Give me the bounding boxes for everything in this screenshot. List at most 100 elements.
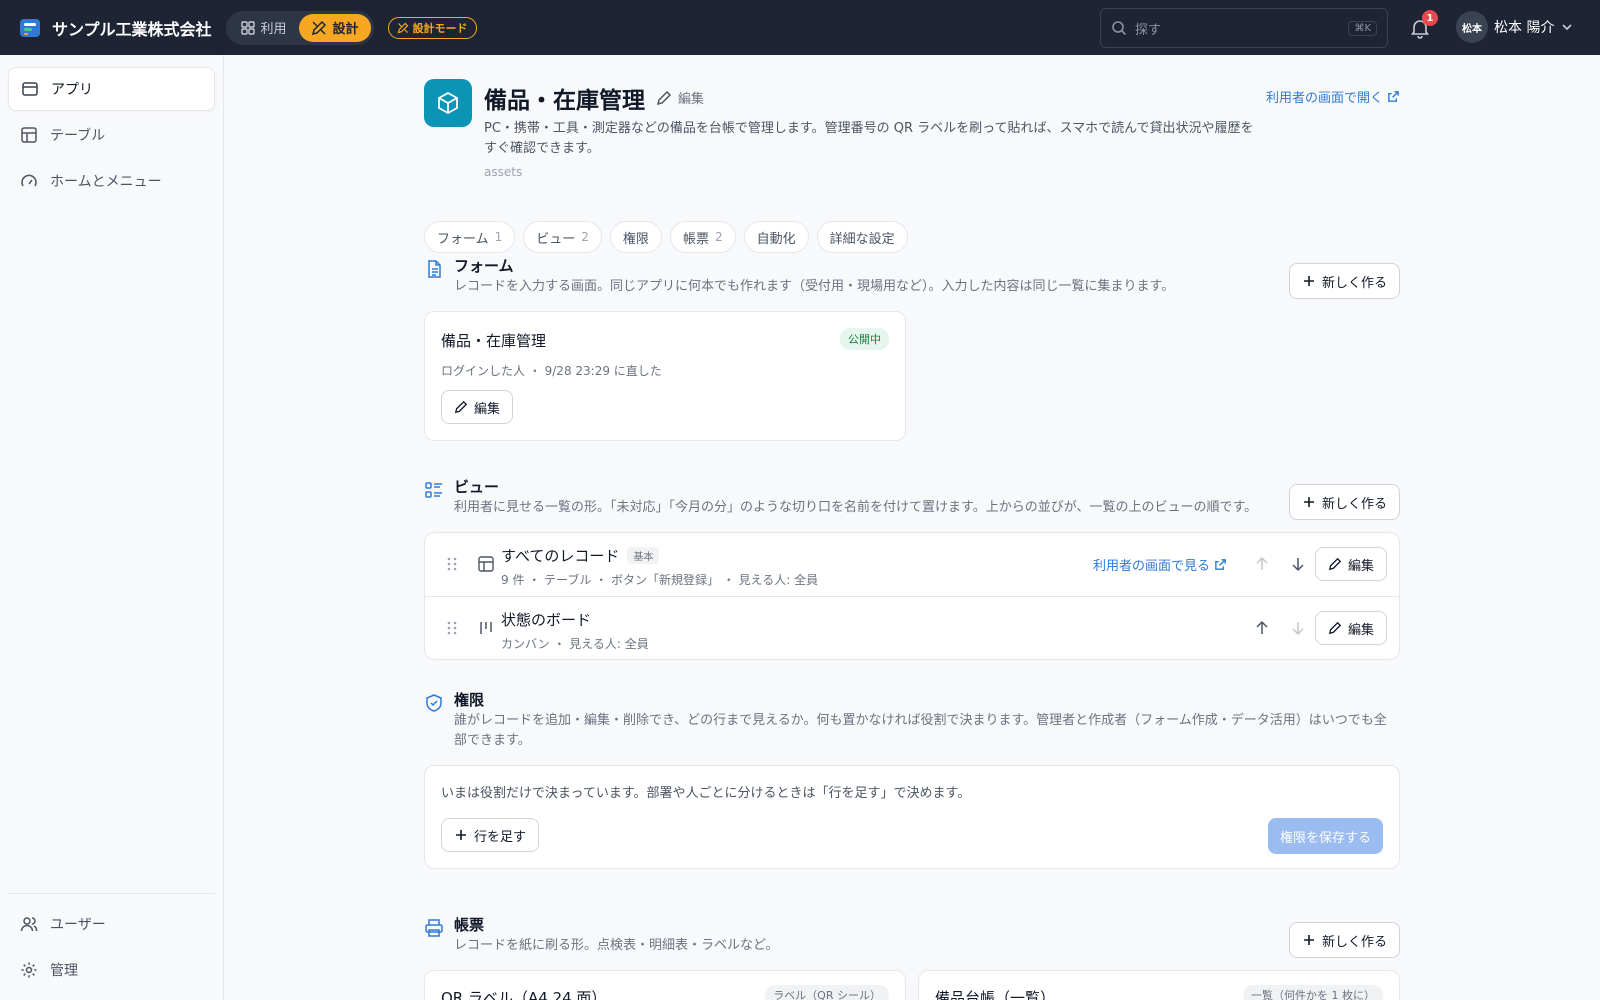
sidebar-item-label: ホームとメニュー <box>50 174 162 190</box>
report-type-badge: ラベル（QR シール） <box>765 985 889 1000</box>
sidebar-item-users[interactable]: ユーザー <box>8 902 215 946</box>
avatar: 松本 <box>1456 11 1488 43</box>
chip-count: 1 <box>494 230 503 244</box>
sidebar-item-label: アプリ <box>51 82 93 98</box>
search-box[interactable]: 探す ⌘K <box>1100 8 1388 48</box>
chip-reports[interactable]: 帳票 2 <box>669 221 736 253</box>
list-icon <box>425 482 442 498</box>
new-view-button[interactable]: 新しく作る <box>1288 484 1400 520</box>
add-row-button[interactable]: 行を足す <box>441 818 540 852</box>
edit-form-button[interactable]: 編集 <box>441 390 514 424</box>
edit-app-button[interactable]: 編集 <box>656 88 704 107</box>
chevron-down-icon <box>1562 24 1573 31</box>
company-logo-icon[interactable] <box>18 16 42 40</box>
design-tools-icon <box>397 22 408 33</box>
save-permissions-button[interactable]: 権限を保存する <box>1267 818 1383 854</box>
sidebar-item-home-menu[interactable]: ホームとメニュー <box>8 159 215 203</box>
plus-icon <box>456 830 466 840</box>
sidebar-item-admin[interactable]: 管理 <box>8 948 215 992</box>
view-in-user-screen-link[interactable]: 利用者の画面で見る <box>1093 555 1227 574</box>
printer-icon <box>425 919 443 937</box>
mode-use-button[interactable]: 利用 <box>229 14 299 42</box>
chip-label: 帳票 <box>682 231 709 247</box>
new-form-label: 新しく作る <box>1321 275 1387 291</box>
chip-count: 2 <box>714 230 723 244</box>
open-user-view-link[interactable]: 利用者の画面で開く <box>1266 87 1400 106</box>
arrow-down-icon[interactable] <box>1289 555 1307 573</box>
new-view-label: 新しく作る <box>1321 496 1387 512</box>
view-title: 状態のボード <box>501 609 591 630</box>
kanban-icon <box>480 622 492 634</box>
chip-forms[interactable]: フォーム 1 <box>424 221 516 253</box>
view-title-text: すべてのレコード <box>501 547 620 565</box>
search-icon <box>1112 21 1127 36</box>
edit-view-label: 編集 <box>1347 558 1374 574</box>
document-icon <box>428 260 441 278</box>
list-item[interactable]: 状態のボード カンバン ・ 見える人: 全員 編集 <box>425 596 1399 659</box>
page-title: 備品・在庫管理 <box>484 88 645 114</box>
new-report-button[interactable]: 新しく作る <box>1288 922 1400 958</box>
chip-label: 自動化 <box>756 231 796 247</box>
box-icon <box>438 91 458 115</box>
sidebar-item-label: テーブル <box>50 128 106 144</box>
mode-switch: 利用 設計 <box>225 10 374 45</box>
section-description: 誰がレコードを追加・編集・削除でき、どの行まで見えるか。何も置かなければ役割で決… <box>454 713 1387 748</box>
view-meta: カンバン ・ 見える人: 全員 <box>501 637 649 651</box>
drag-handle-icon[interactable] <box>445 619 459 637</box>
pencil-icon <box>1328 557 1342 571</box>
report-type-badge: 一覧（何件かを 1 枚に） <box>1243 985 1383 1000</box>
mode-use-label: 利用 <box>260 22 287 37</box>
view-meta: 9 件 ・ テーブル ・ ボタン「新規登録」 ・ 見える人: 全員 <box>501 573 819 587</box>
chip-permissions[interactable]: 権限 <box>609 221 662 253</box>
design-tools-icon <box>311 20 326 35</box>
chip-views[interactable]: ビュー 2 <box>523 221 602 253</box>
add-row-label: 行を足す <box>474 829 527 845</box>
report-title: QR ラベル（A4 24 面） <box>441 989 607 1000</box>
arrow-down-icon[interactable] <box>1289 619 1307 637</box>
arrow-up-icon[interactable] <box>1253 619 1271 637</box>
chip-count: 2 <box>581 230 589 244</box>
gauge-icon <box>21 174 37 187</box>
plus-icon <box>1303 276 1314 286</box>
pencil-icon <box>656 90 672 105</box>
user-name: 松本 陽介 <box>1494 20 1555 36</box>
section-title: 帳票 <box>454 916 485 934</box>
user-menu[interactable]: 松本 松本 陽介 <box>1456 11 1574 43</box>
edit-view-button[interactable]: 編集 <box>1314 611 1387 645</box>
table-icon <box>478 556 494 572</box>
report-card[interactable]: QR ラベル（A4 24 面） ラベル（QR シール） <box>424 970 906 1000</box>
section-title: 権限 <box>454 691 485 709</box>
mode-design-button[interactable]: 設計 <box>298 13 371 42</box>
permissions-status-text: いまは役割だけで決まっています。部署や人ごとに分けるときは「行を足す」で決めます… <box>441 786 971 801</box>
app-icon <box>424 79 472 127</box>
sidebar-item-tables[interactable]: テーブル <box>8 113 215 157</box>
view-title-text: 状態のボード <box>501 611 592 629</box>
sidebar-footer: ユーザー 管理 <box>8 893 215 994</box>
edit-view-button[interactable]: 編集 <box>1314 547 1387 581</box>
notification-count-badge: 1 <box>1422 10 1438 26</box>
edit-view-label: 編集 <box>1347 622 1374 638</box>
drag-handle-icon[interactable] <box>445 555 459 573</box>
sidebar-item-apps[interactable]: アプリ <box>8 67 215 111</box>
list-item[interactable]: すべてのレコード 基本 9 件 ・ テーブル ・ ボタン「新規登録」 ・ 見える… <box>425 533 1399 596</box>
arrow-up-icon[interactable] <box>1253 555 1271 573</box>
chip-automation[interactable]: 自動化 <box>743 221 809 253</box>
sidebar-item-label: 管理 <box>50 963 78 979</box>
form-card[interactable]: 備品・在庫管理 公開中 ログインした人 ・ 9/28 23:29 に直した 編集 <box>424 311 906 441</box>
top-bar: サンプル工業株式会社 利用 設計 設計モード 探す ⌘K 1 松本 松本 陽介 <box>0 0 1600 55</box>
plus-icon <box>1303 497 1314 507</box>
section-description: レコードを入力する画面。同じアプリに何本でも作れます（受付用・現場用など）。入力… <box>454 279 1175 294</box>
design-mode-badge: 設計モード <box>387 16 477 39</box>
sidebar: アプリ テーブル ホームとメニュー ユーザー 管理 <box>0 55 224 1000</box>
table-icon <box>21 127 37 143</box>
external-link-icon <box>1215 559 1226 570</box>
section-title: フォーム <box>454 257 514 275</box>
plus-icon <box>1303 935 1314 945</box>
company-name: サンプル工業株式会社 <box>52 19 212 39</box>
status-badge: 公開中 <box>840 328 889 350</box>
form-meta: ログインした人 ・ 9/28 23:29 に直した <box>441 364 662 378</box>
new-form-button[interactable]: 新しく作る <box>1288 263 1400 299</box>
grid-icon <box>240 20 255 35</box>
report-card[interactable]: 備品台帳（一覧） 一覧（何件かを 1 枚に） <box>918 970 1400 1000</box>
chip-advanced-settings[interactable]: 詳細な設定 <box>816 221 908 253</box>
